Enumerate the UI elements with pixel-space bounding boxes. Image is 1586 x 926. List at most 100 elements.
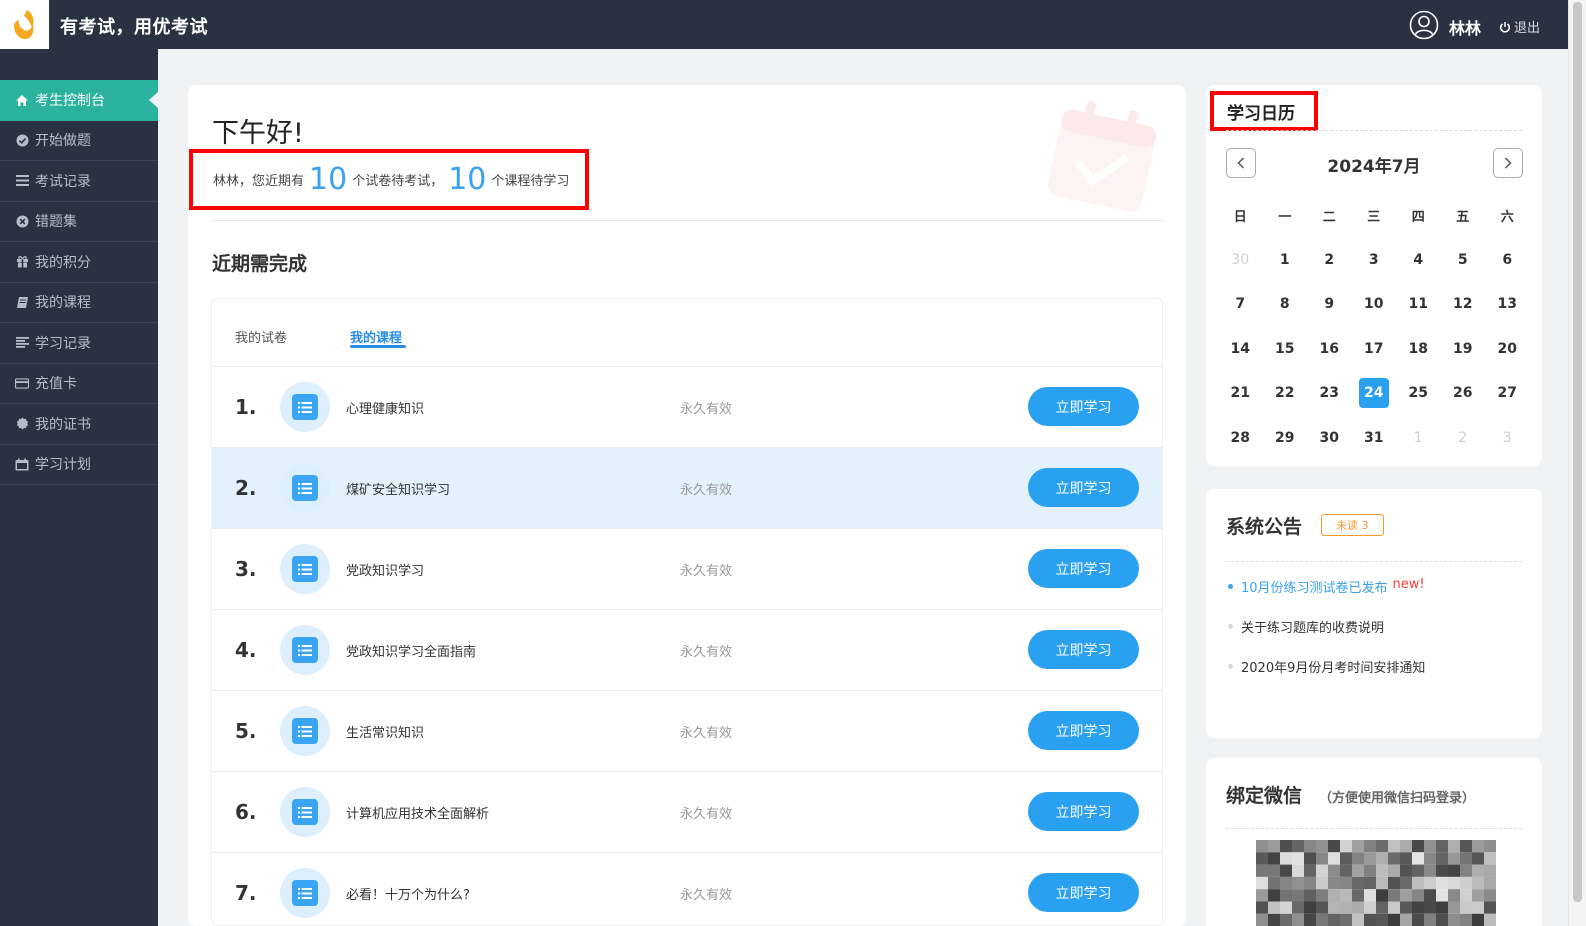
chevron-right-icon — [1504, 157, 1512, 169]
start-study-button[interactable]: 立即学习 — [1028, 630, 1139, 669]
calendar-day[interactable]: 17 — [1352, 327, 1397, 372]
sidebar-item-exam-records[interactable]: 考试记录 — [0, 161, 158, 202]
calendar-day[interactable]: 4 — [1396, 238, 1441, 283]
sidebar-item-points[interactable]: 我的积分 — [0, 242, 158, 283]
start-study-button[interactable]: 立即学习 — [1028, 387, 1139, 426]
calendar-day[interactable]: 13 — [1485, 282, 1530, 327]
calendar-day[interactable]: 3 — [1485, 416, 1530, 461]
calendar-day[interactable]: 7 — [1218, 282, 1263, 327]
sidebar-item-certificates[interactable]: 我的证书 — [0, 404, 158, 445]
course-row[interactable]: 5. 生活常识知识 永久有效 立即学习 — [212, 691, 1162, 772]
wechat-title: 绑定微信 — [1226, 785, 1303, 807]
course-name[interactable]: 心理健康知识 — [346, 398, 424, 417]
course-index: 2. — [235, 476, 257, 500]
calendar-day[interactable]: 28 — [1218, 416, 1263, 461]
wechat-subtitle: （方便使用微信扫码登录） — [1319, 791, 1476, 806]
course-row[interactable]: 7. 必看！十万个为什么? 永久有效 立即学习 — [212, 853, 1162, 925]
start-study-button[interactable]: 立即学习 — [1028, 711, 1139, 750]
calendar-day[interactable]: 12 — [1441, 282, 1486, 327]
calendar-day[interactable]: 18 — [1396, 327, 1441, 372]
today-marker[interactable]: 24 — [1358, 378, 1389, 409]
course-name[interactable]: 党政知识学习 — [346, 560, 424, 579]
sidebar-item-recharge-card[interactable]: 充值卡 — [0, 364, 158, 404]
tab-my-courses[interactable]: 我的课程 — [350, 327, 402, 346]
page-scrollbar[interactable] — [1568, 0, 1586, 926]
course-row[interactable]: 2. 煤矿安全知识学习 永久有效 立即学习 — [212, 448, 1162, 529]
next-month-button[interactable] — [1493, 148, 1523, 178]
sidebar-item-wrong-questions[interactable]: 错题集 — [0, 202, 158, 242]
calendar-day[interactable]: 23 — [1307, 371, 1352, 416]
calendar-day[interactable]: 15 — [1263, 327, 1308, 372]
calendar-day[interactable]: 30 — [1307, 416, 1352, 461]
calendar-day[interactable]: 27 — [1485, 371, 1530, 416]
start-study-button[interactable]: 立即学习 — [1028, 873, 1139, 912]
calendar-day[interactable]: 2 — [1441, 416, 1486, 461]
sidebar-item-my-courses[interactable]: 我的课程 — [0, 283, 158, 323]
app-logo[interactable] — [0, 0, 49, 49]
calendar-day[interactable]: 1 — [1396, 416, 1441, 461]
tab-my-exams[interactable]: 我的试卷 — [235, 327, 287, 346]
start-study-button[interactable]: 立即学习 — [1028, 549, 1139, 588]
notice-item[interactable]: 关于练习题库的收费说明 — [1226, 617, 1526, 657]
calendar-day[interactable]: 11 — [1396, 282, 1441, 327]
sidebar-item-label: 学习计划 — [35, 457, 91, 474]
calendar-day[interactable]: 25 — [1396, 371, 1441, 416]
course-index: 6. — [235, 800, 257, 824]
course-name[interactable]: 生活常识知识 — [346, 722, 424, 741]
scrollbar-thumb[interactable] — [1573, 2, 1582, 902]
notice-text[interactable]: 2020年9月份月考时间安排通知 — [1241, 657, 1425, 676]
calendar-day[interactable]: 24 — [1352, 371, 1397, 416]
notice-item[interactable]: 2020年9月份月考时间安排通知 — [1226, 657, 1526, 697]
notice-text[interactable]: 关于练习题库的收费说明 — [1241, 617, 1384, 636]
calendar-day[interactable]: 20 — [1485, 327, 1530, 372]
course-row[interactable]: 3. 党政知识学习 永久有效 立即学习 — [212, 529, 1162, 610]
course-row[interactable]: 4. 党政知识学习全面指南 永久有效 立即学习 — [212, 610, 1162, 691]
wechat-qr-code[interactable] — [1256, 840, 1496, 926]
calendar-day[interactable]: 30 — [1218, 238, 1263, 283]
notice-item[interactable]: 10月份练习测试卷已发布 new! — [1226, 577, 1526, 617]
active-tab-indicator — [350, 345, 406, 348]
sidebar-item-study-records[interactable]: 学习记录 — [0, 323, 158, 364]
course-name[interactable]: 计算机应用技术全面解析 — [346, 803, 489, 822]
pending-exam-count: 10 — [309, 161, 348, 197]
calendar-day[interactable]: 14 — [1218, 327, 1263, 372]
sidebar-item-dashboard[interactable]: 考生控制台 — [0, 80, 158, 121]
user-avatar-icon[interactable] — [1409, 10, 1439, 40]
calendar-day[interactable]: 5 — [1441, 238, 1486, 283]
user-name[interactable]: 林林 — [1449, 15, 1481, 39]
calendar-day[interactable]: 22 — [1263, 371, 1308, 416]
weekday-label: 日 — [1233, 209, 1247, 225]
notice-text[interactable]: 10月份练习测试卷已发布 — [1241, 577, 1388, 596]
course-name[interactable]: 煤矿安全知识学习 — [346, 479, 450, 498]
start-study-button[interactable]: 立即学习 — [1028, 468, 1139, 507]
system-notice-card: 系统公告 未读 3 10月份练习测试卷已发布 new! 关于练习题库的收费说明 … — [1206, 489, 1542, 738]
course-row[interactable]: 6. 计算机应用技术全面解析 永久有效 立即学习 — [212, 772, 1162, 853]
study-calendar-card: 学习日历 2024年7月 日 一 二 三 四 五 六 30 1 2 3 4 5 6 7 8 9 10… — [1206, 85, 1542, 466]
calendar-day[interactable]: 10 — [1352, 282, 1397, 327]
start-study-button[interactable]: 立即学习 — [1028, 792, 1139, 831]
pending-summary: 林林，您近期有 10 个试卷待考试， 10 个课程待学习 — [189, 149, 589, 210]
calendar-day[interactable]: 2 — [1307, 238, 1352, 283]
course-panel: 我的试卷 我的课程 1. 心理健康知识 永久有效 立即学习 2. 煤矿安全知识学… — [211, 298, 1163, 926]
calendar-month-label: 2024年7月 — [1327, 157, 1421, 177]
calendar-day[interactable]: 19 — [1441, 327, 1486, 372]
course-list-icon — [280, 382, 330, 432]
sidebar-item-practice[interactable]: 开始做题 — [0, 121, 158, 161]
calendar-day[interactable]: 3 — [1352, 238, 1397, 283]
course-name[interactable]: 党政知识学习全面指南 — [346, 641, 476, 660]
calendar-day[interactable]: 1 — [1263, 238, 1308, 283]
calendar-day[interactable]: 16 — [1307, 327, 1352, 372]
sidebar-item-study-plan[interactable]: 学习计划 — [0, 445, 158, 485]
course-list-icon — [280, 463, 330, 513]
sidebar-item-label: 充值卡 — [35, 376, 77, 393]
calendar-day[interactable]: 26 — [1441, 371, 1486, 416]
calendar-day[interactable]: 31 — [1352, 416, 1397, 461]
calendar-day[interactable]: 9 — [1307, 282, 1352, 327]
calendar-day[interactable]: 6 — [1485, 238, 1530, 283]
calendar-day[interactable]: 21 — [1218, 371, 1263, 416]
course-name[interactable]: 必看！十万个为什么? — [346, 884, 470, 903]
logout-button[interactable]: 退出 — [1499, 17, 1540, 36]
calendar-day[interactable]: 29 — [1263, 416, 1308, 461]
calendar-day[interactable]: 8 — [1263, 282, 1308, 327]
course-row[interactable]: 1. 心理健康知识 永久有效 立即学习 — [212, 367, 1162, 448]
